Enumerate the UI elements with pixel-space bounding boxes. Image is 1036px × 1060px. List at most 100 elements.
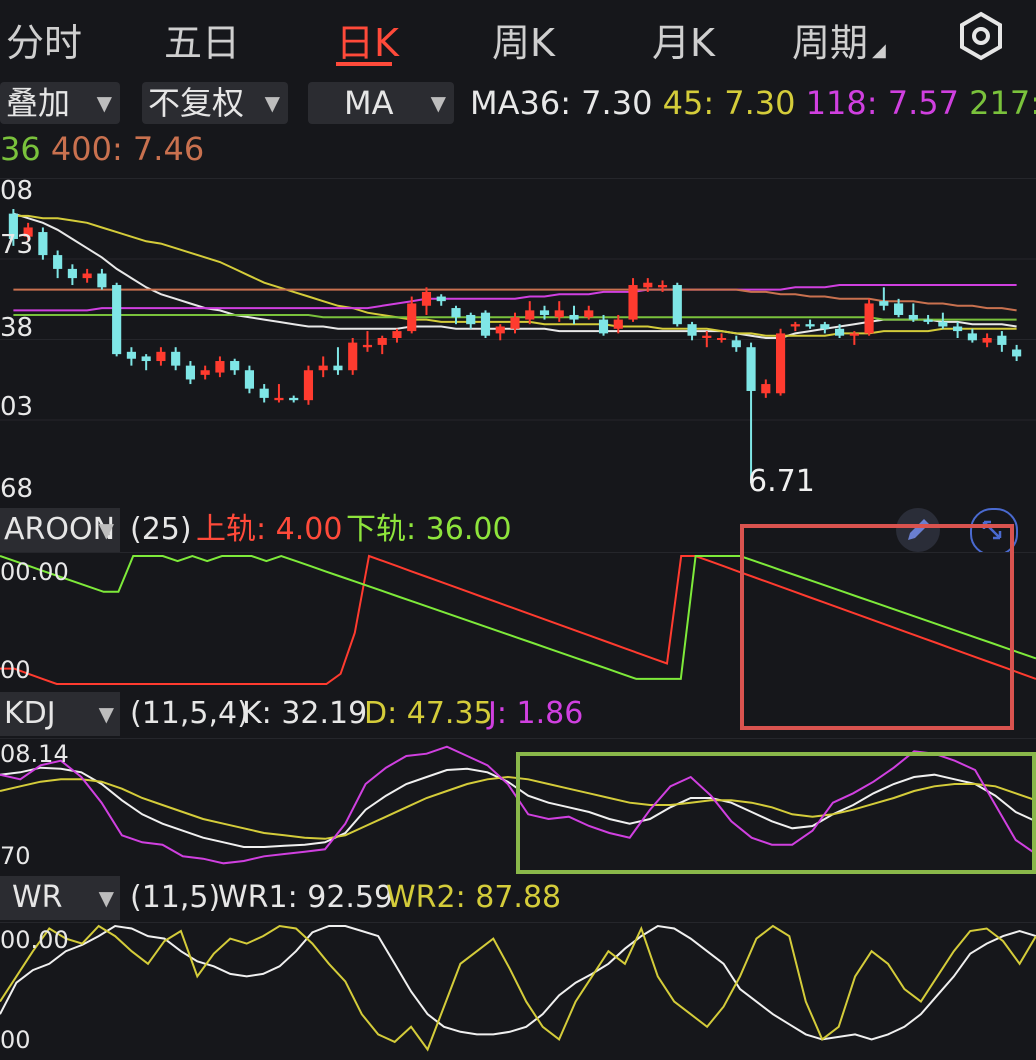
candle-body	[141, 356, 151, 362]
overlay-dropdown[interactable]: 叠加 ▼	[0, 82, 120, 124]
kdj-j-label: J: 1.86	[488, 696, 584, 731]
wr-axis-label: 00	[0, 1026, 31, 1054]
candle-body	[1012, 349, 1022, 357]
wr-name: WR	[12, 880, 63, 915]
main-indicator-dropdown[interactable]: MA ▼	[308, 82, 454, 124]
tab-intraday[interactable]: 分时	[6, 12, 82, 67]
wr-panel[interactable]: 00.00 00	[0, 922, 1036, 1057]
price-adjust-dropdown[interactable]: 不复权 ▼	[142, 82, 288, 124]
candle-body	[584, 310, 594, 318]
settings-gear-icon[interactable]	[955, 10, 1007, 62]
candle-body	[333, 365, 343, 371]
candle-body	[687, 324, 697, 336]
candlestick-panel[interactable]: 08 73 38 03 68 6.71	[0, 176, 1036, 504]
period-tab-bar: 分时 五日 日K 周K 月K 周期 ◢	[0, 0, 1036, 72]
aroon-axis-label: 00.00	[0, 558, 69, 586]
candle-body	[215, 361, 225, 373]
candle-body	[923, 319, 933, 322]
candle-body	[554, 310, 564, 318]
candle-body	[569, 314, 579, 320]
candle-body	[643, 282, 653, 288]
ma-legend-item: 217:	[969, 84, 1036, 122]
candle-body	[628, 285, 638, 320]
ma-legend: MA36: 7.30 45: 7.30 118: 7.57 217:	[470, 84, 1036, 122]
ma-legend-item: 118: 7.57	[805, 84, 959, 122]
candle-body	[392, 331, 402, 338]
dropdown-arrow-icon: ▼	[98, 886, 114, 910]
kdj-indicator-dropdown[interactable]: KDJ ▼	[0, 692, 120, 736]
candle-body	[495, 326, 505, 334]
candle-body	[716, 338, 727, 340]
candle-body	[613, 319, 623, 329]
low-price-annotation: 6.71	[748, 464, 815, 499]
overlay-label: 叠加	[6, 84, 71, 122]
aroon-indicator-dropdown[interactable]: AROON ▼	[0, 508, 120, 552]
aroon-lower-label: 下轨: 36.00	[346, 512, 512, 547]
candle-body	[466, 314, 476, 325]
candle-body	[318, 365, 328, 371]
candle-body	[967, 333, 977, 341]
dropdown-arrow-icon: ▼	[96, 91, 112, 115]
candle-body	[864, 303, 874, 334]
candle-body	[879, 301, 889, 306]
candle-body	[761, 384, 771, 394]
candle-body	[259, 388, 269, 398]
candle-body	[775, 333, 786, 394]
candle-body	[820, 324, 830, 329]
candle-body	[67, 268, 77, 279]
tab-five-day[interactable]: 五日	[164, 12, 240, 67]
candle-body	[953, 326, 963, 332]
aroon-params: (25)	[130, 512, 192, 547]
candle-body	[97, 273, 107, 288]
wr-params: (11,5)	[130, 880, 221, 915]
tab-period[interactable]: 周期 ◢	[792, 12, 886, 67]
candle-body	[38, 232, 48, 256]
candle-body	[274, 397, 284, 401]
green-highlight-box	[516, 752, 1036, 874]
kdj-axis-label: 70	[0, 842, 31, 870]
candle-body	[657, 285, 668, 288]
aroon-axis-label: 00	[0, 656, 31, 684]
candle-body	[790, 324, 800, 327]
candle-body	[171, 351, 181, 366]
candle-body	[480, 312, 491, 336]
ma-legend-item: 36	[0, 130, 41, 168]
candle-body	[407, 303, 417, 332]
y-axis-label: 68	[0, 474, 34, 504]
candle-body	[908, 314, 918, 320]
candle-body	[525, 310, 535, 320]
candlestick-chart	[0, 178, 1036, 501]
candle-body	[377, 338, 387, 345]
ma-legend-item: MA36: 7.30	[470, 84, 653, 122]
main-indicator-label: MA	[344, 84, 394, 122]
wr-indicator-dropdown[interactable]: WR ▼	[0, 876, 120, 920]
candle-body	[997, 335, 1007, 345]
candle-body	[230, 361, 240, 371]
candle-body	[362, 344, 373, 348]
ma-legend-item: 400: 7.46	[50, 130, 205, 168]
wr-chart	[0, 922, 1036, 1057]
candle-body	[746, 347, 756, 391]
candle-body	[805, 324, 815, 327]
tab-weekly-k[interactable]: 周K	[492, 12, 555, 67]
candle-body	[289, 397, 299, 401]
ma-legend-row2: 36 400: 7.46	[0, 130, 204, 168]
caret-down-icon: ◢	[872, 40, 886, 61]
dropdown-arrow-icon: ▼	[98, 702, 114, 726]
y-axis-label: 38	[0, 313, 34, 343]
dropdown-arrow-icon: ▼	[264, 91, 280, 115]
price-adjust-label: 不复权	[148, 84, 245, 122]
candle-body	[894, 303, 904, 315]
candle-body	[539, 310, 550, 315]
candle-body	[938, 321, 948, 327]
dropdown-arrow-icon: ▼	[430, 91, 446, 115]
tab-daily-k[interactable]: 日K	[336, 12, 399, 67]
candle-body	[244, 370, 255, 389]
tab-monthly-k[interactable]: 月K	[652, 12, 715, 67]
candle-body	[510, 317, 520, 329]
candle-body	[156, 351, 166, 362]
candle-body	[451, 308, 461, 318]
candle-body	[598, 319, 609, 334]
wr-axis-label: 00.00	[0, 926, 69, 954]
candle-body	[421, 291, 432, 306]
